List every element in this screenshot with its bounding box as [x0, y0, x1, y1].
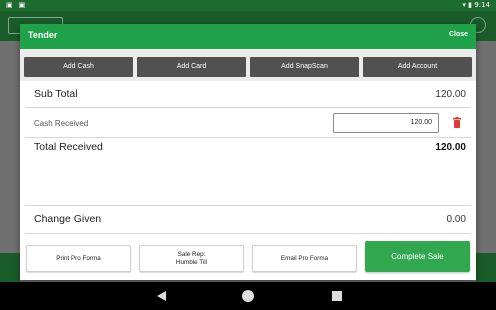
change-given-value: 0.00 [446, 214, 466, 225]
back-icon[interactable] [157, 291, 166, 301]
complete-sale-button[interactable]: Complete Sale [365, 241, 470, 272]
delete-icon[interactable] [453, 117, 461, 128]
dialog-title: Tender [28, 30, 58, 40]
status-time: 9:14 [474, 1, 490, 9]
divider [25, 233, 471, 234]
sub-total-label: Sub Total [34, 88, 78, 100]
total-received-label: Total Received [34, 141, 103, 153]
add-cash-button[interactable]: Add Cash [24, 57, 133, 77]
total-received-value: 120.00 [435, 142, 466, 153]
navigation-bar [0, 282, 496, 310]
notification-icon-2: ▣ [18, 1, 26, 9]
sale-rep-title: Sale Rep: [177, 250, 206, 258]
add-snapscan-button[interactable]: Add SnapScan [250, 57, 359, 77]
background-strip-right [476, 253, 496, 282]
status-left: ▣ ▣ [6, 1, 31, 9]
divider [25, 205, 471, 206]
divider [25, 137, 471, 138]
battery-icon: ▮ [468, 1, 473, 9]
email-pro-forma-label: Email Pro Forma [280, 254, 329, 262]
email-pro-forma-button[interactable]: Email Pro Forma [252, 245, 357, 272]
cash-received-input[interactable]: 120.00 [333, 113, 439, 133]
notification-icon: ▣ [6, 1, 13, 9]
wifi-icon: ▾ [462, 1, 466, 9]
close-button[interactable]: Close [449, 31, 468, 38]
sub-total-value: 120.00 [435, 89, 466, 100]
cash-received-label: Cash Received [34, 119, 89, 128]
print-pro-forma-button[interactable]: Print Pro Forma [26, 245, 131, 272]
recents-icon[interactable] [332, 291, 342, 301]
sale-rep-name: Humble Till [175, 258, 208, 266]
print-pro-forma-label: Print Pro Forma [56, 254, 101, 262]
tender-dialog: Tender Close Add Cash Add Card Add SnapS… [20, 24, 476, 280]
divider [25, 107, 471, 108]
status-right: ▾ ▮ 9:14 [462, 1, 490, 9]
dialog-header: Tender Close [20, 24, 476, 49]
sale-rep-button[interactable]: Sale Rep: Humble Till [139, 245, 244, 272]
add-card-button[interactable]: Add Card [137, 57, 246, 77]
change-given-label: Change Given [34, 213, 102, 225]
status-bar: ▣ ▣ ▾ ▮ 9:14 [0, 0, 496, 11]
background-strip-left [0, 253, 20, 282]
home-icon[interactable] [242, 290, 254, 302]
add-account-button[interactable]: Add Account [363, 57, 472, 77]
